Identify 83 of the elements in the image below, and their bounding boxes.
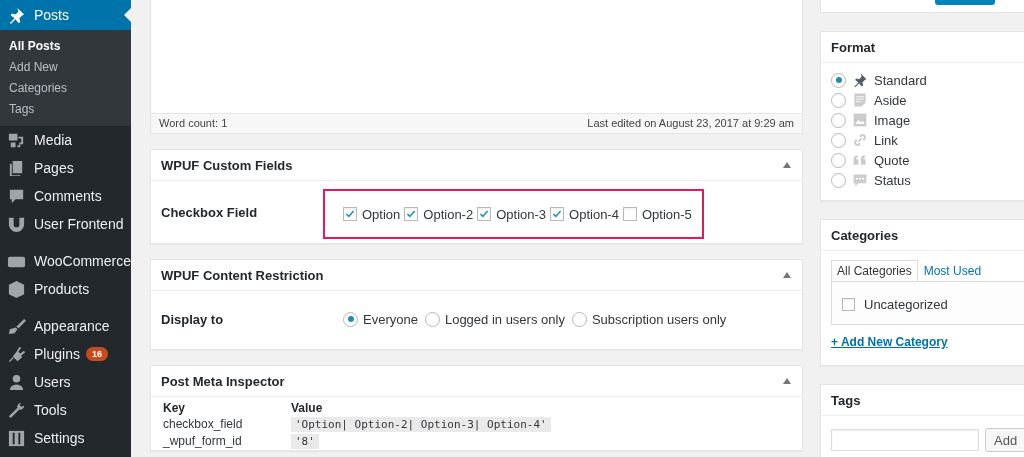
menu-item[interactable]: Settings: [0, 424, 131, 452]
menu-item[interactable]: Posts: [0, 0, 131, 30]
meta-value: '8': [291, 434, 319, 449]
collapse-arrow-icon[interactable]: [783, 162, 791, 168]
box-title: Format: [831, 39, 876, 55]
radio-button[interactable]: [831, 112, 846, 128]
menu-item[interactable]: Products: [0, 275, 131, 303]
radio-button[interactable]: [343, 311, 358, 327]
radio-button[interactable]: [831, 72, 846, 88]
checkbox[interactable]: [550, 207, 565, 221]
option-label: Status: [874, 172, 911, 188]
meta-key: checkbox_field: [163, 417, 243, 431]
option-label: Option-4: [569, 206, 619, 222]
field-label: Checkbox Field: [161, 204, 259, 220]
image-icon: [852, 112, 868, 128]
note-icon: [852, 92, 868, 108]
radio-button[interactable]: [831, 92, 846, 108]
category-label: Uncategorized: [864, 297, 948, 312]
plug-icon: [7, 344, 26, 364]
menu-item[interactable]: WooCommerce: [0, 247, 131, 275]
box-title: Post Meta Inspector: [161, 373, 285, 389]
menu-item[interactable]: User Frontend: [0, 210, 131, 238]
option-label: Option-3: [496, 206, 547, 222]
meta-value: 'Option| Option-2| Option-3| Option-4': [291, 417, 551, 432]
option-label: Link: [874, 132, 898, 148]
field-label: Display to: [161, 311, 225, 327]
person-icon: [7, 372, 26, 392]
word-count: Word count: 1: [159, 117, 228, 129]
radio-button[interactable]: [831, 132, 846, 148]
column-header: Key: [163, 401, 291, 416]
submenu-item[interactable]: All Posts: [0, 36, 131, 57]
tab[interactable]: All Categories: [831, 260, 918, 281]
tag-input-field[interactable]: [831, 429, 979, 451]
quote-icon: [852, 152, 868, 168]
tab[interactable]: Most Used: [917, 260, 988, 281]
option-label: Subscription users only: [591, 311, 727, 327]
option-label: Quote: [874, 152, 910, 168]
link-icon: [852, 132, 868, 148]
menu-item[interactable]: Comments: [0, 182, 131, 210]
menu-item[interactable]: Plugins 16: [0, 340, 131, 368]
checkbox[interactable]: [404, 207, 419, 221]
menu-item[interactable]: Appearance: [0, 312, 131, 340]
option-label: Option-5: [641, 206, 692, 222]
option-label: Image: [874, 112, 911, 128]
submenu-item[interactable]: Tags: [0, 99, 131, 120]
checkbox[interactable]: [622, 207, 637, 221]
box-title: WPUF Custom Fields: [161, 157, 293, 173]
box-title: WPUF Content Restriction: [161, 267, 324, 283]
box-icon: [7, 279, 26, 299]
box-title: Categories: [831, 227, 899, 243]
menu-item[interactable]: Tools: [0, 396, 131, 424]
add-category-link[interactable]: + Add New Category: [831, 335, 948, 349]
option-label: Logged in users only: [444, 311, 565, 327]
paintbrush-icon: [7, 316, 26, 336]
menu-item[interactable]: Users: [0, 368, 131, 396]
collapse-arrow-icon[interactable]: [783, 272, 791, 278]
collapse-arrow-icon[interactable]: [783, 378, 791, 384]
radio-button[interactable]: [831, 172, 846, 188]
column-header: Value: [291, 401, 324, 416]
option-label: Option: [362, 206, 401, 222]
pushpin-icon: [852, 72, 868, 88]
checkbox[interactable]: [842, 298, 855, 311]
box-title: Tags: [831, 392, 861, 408]
meta-key: _wpuf_form_id: [163, 434, 242, 448]
add-tag-button[interactable]: Add: [985, 428, 1024, 452]
menu-item[interactable]: Media: [0, 126, 131, 154]
radio-button[interactable]: [831, 152, 846, 168]
checkbox[interactable]: [343, 207, 357, 221]
radio-button[interactable]: [571, 311, 587, 327]
option-label: Standard: [874, 72, 927, 88]
wrench-icon: [7, 400, 26, 420]
last-edited-text: Last edited on August 23, 2017 at 9:29 am: [587, 117, 794, 129]
submenu-item[interactable]: Categories: [0, 78, 131, 99]
option-label: Everyone: [363, 311, 418, 327]
option-label: Aside: [874, 92, 907, 108]
checkbox[interactable]: [477, 207, 492, 221]
radio-button[interactable]: [424, 311, 440, 327]
chat-bubble-icon: [852, 172, 868, 188]
option-label: Option-2: [423, 206, 474, 222]
menu-item[interactable]: Pages: [0, 154, 131, 182]
submenu-item[interactable]: Add New: [0, 57, 131, 78]
count-badge: 16: [85, 347, 108, 361]
publish-button[interactable]: [935, 0, 995, 5]
